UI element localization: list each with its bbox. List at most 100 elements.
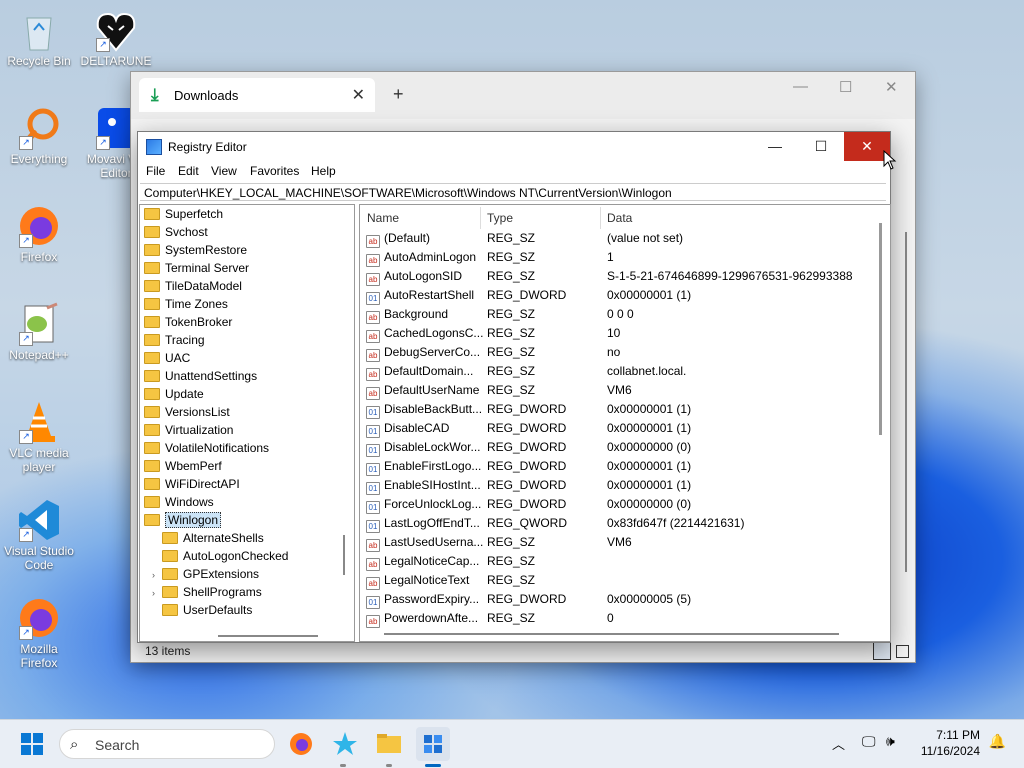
registry-value-row[interactable]: ab (Default) REG_SZ (value not set) bbox=[360, 229, 870, 248]
registry-value-row[interactable]: ab LegalNoticeCap... REG_SZ bbox=[360, 552, 870, 571]
column-divider[interactable] bbox=[600, 207, 601, 229]
explorer-scrollbar[interactable] bbox=[905, 232, 907, 572]
start-button[interactable] bbox=[20, 732, 44, 756]
registry-value-row[interactable]: ab LastUsedUserna... REG_SZ VM6 bbox=[360, 533, 870, 552]
tree-item[interactable]: AlternateShells bbox=[152, 529, 264, 547]
tree-item[interactable]: › GPExtensions bbox=[152, 565, 259, 583]
registry-value-row[interactable]: ab CachedLogonsC... REG_SZ 10 bbox=[360, 324, 870, 343]
column-divider[interactable] bbox=[480, 207, 481, 229]
registry-editor-window[interactable]: Registry Editor — ☐ ✕ File Edit View Fav… bbox=[137, 131, 891, 643]
registry-value-row[interactable]: ab DebugServerCo... REG_SZ no bbox=[360, 343, 870, 362]
tree-item[interactable]: › ShellPrograms bbox=[152, 583, 262, 601]
tree-item[interactable]: AutoLogonChecked bbox=[152, 547, 288, 565]
tree-item[interactable]: UserDefaults bbox=[152, 601, 252, 619]
network-icon[interactable]: 🖵 bbox=[862, 733, 876, 750]
registry-value-row[interactable]: ab LegalNoticeText REG_SZ bbox=[360, 571, 870, 590]
menu-view[interactable]: View bbox=[211, 164, 237, 178]
registry-value-row[interactable]: 01 LastLogOffEndT... REG_QWORD 0x83fd647f (… bbox=[360, 514, 870, 533]
menu-file[interactable]: File bbox=[146, 164, 165, 178]
minimize-icon[interactable]: — bbox=[793, 78, 808, 95]
menu-help[interactable]: Help bbox=[311, 164, 336, 178]
firefox-icon: ↗ bbox=[17, 596, 61, 640]
notification-bell-icon[interactable]: 🔔 bbox=[989, 733, 1006, 750]
volume-icon[interactable]: 🕪 bbox=[886, 733, 895, 750]
binary-value-icon: 01 bbox=[366, 520, 380, 533]
registry-value-row[interactable]: 01 DisableBackButt... REG_DWORD 0x00000001 … bbox=[360, 400, 870, 419]
column-header-data[interactable]: Data bbox=[607, 211, 632, 225]
tree-item[interactable]: UAC bbox=[144, 349, 190, 367]
registry-value-row[interactable]: ab PowerdownAfte... REG_SZ 0 bbox=[360, 609, 870, 628]
list-horizontal-scrollbar[interactable] bbox=[384, 633, 839, 635]
menu-favorites[interactable]: Favorites bbox=[250, 164, 299, 178]
details-view-icon[interactable] bbox=[873, 642, 891, 660]
tree-item[interactable]: TokenBroker bbox=[144, 313, 232, 331]
new-tab-button[interactable]: + bbox=[393, 84, 404, 105]
clock[interactable]: 7:11 PM 11/16/2024 bbox=[921, 727, 980, 759]
tree-item[interactable]: Terminal Server bbox=[144, 259, 249, 277]
minimize-button[interactable]: — bbox=[752, 132, 798, 161]
maximize-button[interactable]: ☐ bbox=[798, 132, 844, 161]
desktop-icon-notepadpp[interactable]: ↗ Notepad++ bbox=[1, 302, 77, 362]
column-header-name[interactable]: Name bbox=[367, 211, 399, 225]
chevron-up-icon[interactable]: ︿ bbox=[832, 734, 845, 753]
folder-icon bbox=[144, 316, 160, 328]
tree-item[interactable]: Virtualization bbox=[144, 421, 233, 439]
registry-value-row[interactable]: 01 PasswordExpiry... REG_DWORD 0x00000005 (… bbox=[360, 590, 870, 609]
registry-value-row[interactable]: 01 EnableFirstLogo... REG_DWORD 0x00000001 … bbox=[360, 457, 870, 476]
tree-item[interactable]: Superfetch bbox=[144, 205, 223, 223]
close-tab-icon[interactable]: ✕ bbox=[352, 85, 365, 105]
taskbar-firefox[interactable] bbox=[284, 727, 318, 761]
desktop-icon-vscode[interactable]: ↗ Visual Studio Code bbox=[1, 498, 77, 572]
taskbar-registry-editor[interactable] bbox=[416, 727, 450, 761]
tree-horizontal-scrollbar[interactable] bbox=[218, 635, 318, 637]
desktop-icon-deltarune[interactable]: ↗ DELTARUNE bbox=[78, 8, 154, 68]
desktop-icon-recycle-bin[interactable]: Recycle Bin bbox=[1, 8, 77, 68]
registry-tree[interactable]: Superfetch Svchost SystemRestore Terminal S… bbox=[139, 204, 355, 642]
tree-item[interactable]: TileDataModel bbox=[144, 277, 242, 295]
tree-item[interactable]: WiFiDirectAPI bbox=[144, 475, 240, 493]
registry-value-row[interactable]: 01 AutoRestartShell REG_DWORD 0x00000001 (1… bbox=[360, 286, 870, 305]
close-icon[interactable]: ✕ bbox=[885, 78, 898, 96]
tree-item[interactable]: UnattendSettings bbox=[144, 367, 257, 385]
tree-item[interactable]: WbemPerf bbox=[144, 457, 222, 475]
taskbar-file-explorer[interactable] bbox=[372, 727, 406, 761]
value-data: 0x00000000 (0) bbox=[607, 497, 692, 511]
tree-item[interactable]: Svchost bbox=[144, 223, 208, 241]
window-title: Registry Editor bbox=[168, 140, 247, 154]
registry-value-row[interactable]: 01 DisableLockWor... REG_DWORD 0x00000000 (… bbox=[360, 438, 870, 457]
tree-item[interactable]: Tracing bbox=[144, 331, 205, 349]
registry-value-row[interactable]: ab AutoAdminLogon REG_SZ 1 bbox=[360, 248, 870, 267]
registry-value-row[interactable]: ab AutoLogonSID REG_SZ S-1-5-21-674646899-1… bbox=[360, 267, 870, 286]
tree-item[interactable]: Update bbox=[144, 385, 204, 403]
registry-value-row[interactable]: 01 EnableSIHostInt... REG_DWORD 0x00000001 … bbox=[360, 476, 870, 495]
tree-item[interactable]: SystemRestore bbox=[144, 241, 247, 259]
chevron-right-icon[interactable]: › bbox=[152, 566, 162, 584]
taskbar-search-box[interactable]: ⌕ Search bbox=[59, 729, 275, 759]
tab-downloads[interactable]: ⤓ Downloads ✕ bbox=[139, 78, 375, 112]
desktop-icon-everything[interactable]: ↗ Everything bbox=[1, 106, 77, 166]
tree-item[interactable]: Winlogon bbox=[144, 511, 222, 529]
column-header-type[interactable]: Type bbox=[487, 211, 513, 225]
chevron-right-icon[interactable]: › bbox=[152, 584, 162, 602]
desktop-icon-mozilla-firefox[interactable]: ↗ Mozilla Firefox bbox=[1, 596, 77, 670]
tree-vertical-scrollbar[interactable] bbox=[343, 535, 345, 575]
registry-value-row[interactable]: ab DefaultDomain... REG_SZ collabnet.local. bbox=[360, 362, 870, 381]
list-vertical-scrollbar[interactable] bbox=[879, 223, 882, 435]
registry-values-list[interactable]: Name Type Data ab (Default) REG_SZ (value n… bbox=[359, 204, 891, 642]
address-bar[interactable]: Computer\HKEY_LOCAL_MACHINE\SOFTWARE\Mic… bbox=[140, 183, 886, 201]
tree-item[interactable]: Windows bbox=[144, 493, 214, 511]
tree-item[interactable]: VersionsList bbox=[144, 403, 230, 421]
tree-item[interactable]: VolatileNotifications bbox=[144, 439, 269, 457]
tiles-view-icon[interactable] bbox=[896, 645, 909, 658]
registry-value-row[interactable]: 01 ForceUnlockLog... REG_DWORD 0x00000000 (… bbox=[360, 495, 870, 514]
taskbar-pinned-app[interactable] bbox=[328, 727, 362, 761]
menu-edit[interactable]: Edit bbox=[178, 164, 199, 178]
registry-value-row[interactable]: ab DefaultUserName REG_SZ VM6 bbox=[360, 381, 870, 400]
registry-value-row[interactable]: 01 DisableCAD REG_DWORD 0x00000001 (1) bbox=[360, 419, 870, 438]
registry-value-row[interactable]: ab Background REG_SZ 0 0 0 bbox=[360, 305, 870, 324]
maximize-icon[interactable]: ☐ bbox=[839, 78, 852, 96]
desktop-icon-vlc[interactable]: ↗ VLC media player bbox=[1, 400, 77, 474]
tree-item[interactable]: Time Zones bbox=[144, 295, 228, 313]
title-bar[interactable]: Registry Editor — ☐ ✕ bbox=[138, 132, 890, 161]
desktop-icon-firefox[interactable]: ↗ Firefox bbox=[1, 204, 77, 264]
